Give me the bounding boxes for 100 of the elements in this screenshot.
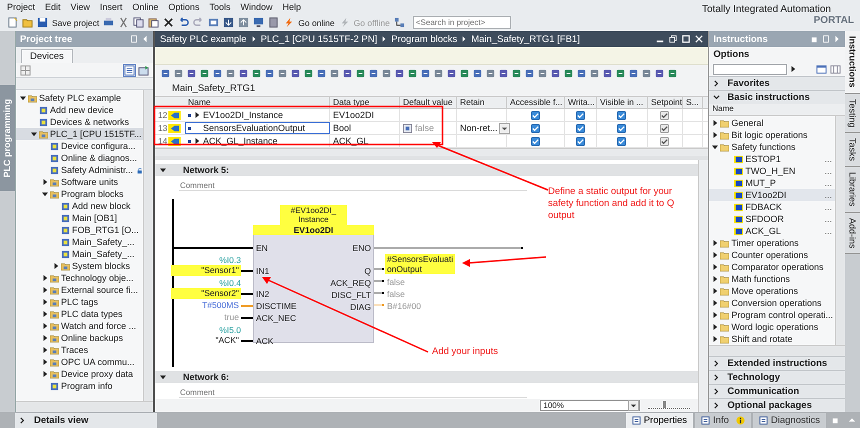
- editor-tool-icon[interactable]: [446, 68, 457, 78]
- column-header[interactable]: Writa...: [564, 97, 597, 108]
- breadcrumb-item[interactable]: Main_Safety_RTG1 [FB1]: [471, 34, 580, 44]
- undo-icon[interactable]: [178, 17, 190, 28]
- section-header[interactable]: Favorites: [709, 76, 846, 90]
- column-header[interactable]: Data type: [330, 97, 400, 108]
- scrollbar[interactable]: [142, 90, 153, 401]
- lightning-icon[interactable]: [283, 17, 294, 28]
- editor-tool-icon[interactable]: [186, 68, 197, 78]
- zoom-dropdown[interactable]: 100%: [540, 400, 640, 410]
- caret-icon[interactable]: [42, 191, 48, 197]
- editor-tool-icon[interactable]: [328, 68, 340, 78]
- section-header[interactable]: Technology: [709, 370, 846, 384]
- caret-icon[interactable]: [20, 95, 26, 101]
- monitor-icon[interactable]: [253, 17, 264, 28]
- operand-label[interactable]: "Sensor2": [170, 288, 241, 299]
- network-header[interactable]: Network 6:: [154, 371, 698, 383]
- editor-tool-icon[interactable]: [602, 68, 613, 78]
- tree-item[interactable]: System blocks: [16, 260, 143, 272]
- caret-icon[interactable]: [712, 324, 718, 330]
- checkbox[interactable]: [617, 124, 626, 132]
- upload-icon[interactable]: [238, 17, 250, 28]
- tree-item[interactable]: OPC UA commu...: [16, 356, 143, 368]
- chevron-icon[interactable]: [713, 80, 720, 87]
- caret-icon[interactable]: [712, 252, 718, 258]
- menu-item[interactable]: Edit: [45, 2, 61, 12]
- caret-icon[interactable]: [42, 371, 48, 377]
- compile-icon[interactable]: [208, 17, 220, 28]
- caret-icon[interactable]: [42, 311, 48, 317]
- instruction-item[interactable]: Bit logic operations: [709, 129, 836, 141]
- table-cell[interactable]: EV1oo2DI_Instance: [184, 109, 330, 121]
- editor-tool-icon[interactable]: [484, 68, 496, 78]
- editor-tool-icon[interactable]: [576, 68, 587, 78]
- menu-item[interactable]: Options: [168, 2, 200, 12]
- caret-icon[interactable]: [712, 120, 718, 126]
- print-icon[interactable]: [103, 17, 114, 28]
- comment-field[interactable]: Comment: [178, 387, 527, 397]
- list-view-icon[interactable]: [124, 64, 135, 76]
- editor-tool-icon[interactable]: [458, 68, 470, 78]
- editor-tool-icon[interactable]: [588, 68, 600, 78]
- details-view-header[interactable]: Details view: [15, 412, 157, 428]
- caret-icon[interactable]: [712, 300, 718, 306]
- chevron-icon[interactable]: [713, 94, 720, 101]
- tree-item[interactable]: Add new block: [16, 200, 143, 212]
- side-tab[interactable]: Tasks: [845, 133, 860, 168]
- caret-icon[interactable]: [712, 276, 718, 282]
- column-header[interactable]: S...: [682, 97, 703, 108]
- device-icon[interactable]: [268, 17, 280, 28]
- caret-icon[interactable]: [194, 112, 200, 118]
- tree-item[interactable]: Software units: [16, 176, 143, 188]
- network-icon[interactable]: [394, 17, 405, 28]
- tree-item[interactable]: Main [OB1]: [16, 212, 143, 224]
- caret-icon[interactable]: [712, 144, 718, 150]
- columns-icon[interactable]: [830, 64, 842, 74]
- section-header[interactable]: Basic instructions: [709, 90, 846, 104]
- tag-icon[interactable]: [402, 124, 412, 132]
- editor-tool-icon[interactable]: [160, 68, 171, 78]
- caret-icon[interactable]: [42, 287, 48, 293]
- operand-label[interactable]: "Sensor1": [170, 265, 241, 276]
- menu-item[interactable]: Window: [240, 2, 272, 12]
- side-tab[interactable]: Instructions: [845, 31, 860, 94]
- tree-item[interactable]: Online & diagnos...: [16, 152, 143, 164]
- editor-tool-icon[interactable]: [290, 68, 301, 78]
- caret-icon[interactable]: [712, 336, 718, 342]
- editor-tool-icon[interactable]: [380, 68, 392, 78]
- download-icon[interactable]: [223, 17, 234, 28]
- caret-icon[interactable]: [160, 374, 166, 380]
- instruction-item[interactable]: MUT_P ...: [709, 177, 836, 189]
- instruction-search-field[interactable]: [713, 64, 788, 74]
- tree-item[interactable]: Devices & networks: [16, 116, 143, 128]
- open-folder-icon[interactable]: [22, 17, 33, 28]
- instruction-item[interactable]: Timer operations: [709, 237, 836, 249]
- editor-tool-icon[interactable]: [354, 68, 366, 78]
- checkbox[interactable]: [617, 110, 626, 120]
- zoom-slider[interactable]: [648, 401, 690, 409]
- editor-tool-icon[interactable]: [562, 68, 574, 78]
- scrollbar[interactable]: [709, 345, 846, 356]
- grid-icon[interactable]: [20, 64, 31, 76]
- editor-tool-icon[interactable]: [654, 68, 665, 78]
- caret-icon[interactable]: [42, 323, 48, 329]
- instruction-item[interactable]: Safety functions: [709, 141, 836, 153]
- tree-item[interactable]: FOB_RTG1 [O...: [16, 224, 143, 236]
- tree-item[interactable]: Traces: [16, 344, 143, 356]
- editor-tool-icon[interactable]: [640, 68, 652, 78]
- save-icon[interactable]: [37, 17, 48, 28]
- instruction-item[interactable]: ESTOP1 ...: [709, 153, 836, 165]
- editor-tool-icon[interactable]: [472, 68, 483, 78]
- editor-tool-icon[interactable]: [368, 68, 379, 78]
- bottom-tab[interactable]: Diagnostics: [752, 412, 826, 428]
- editor-tool-icon[interactable]: [198, 68, 210, 78]
- cut-icon[interactable]: [118, 17, 130, 28]
- checkbox[interactable]: [530, 110, 540, 120]
- column-header[interactable]: Retain: [456, 97, 507, 108]
- editor-tool-icon[interactable]: [628, 68, 639, 78]
- delete-icon[interactable]: [163, 17, 174, 28]
- column-header[interactable]: Visible in ...: [596, 97, 648, 108]
- instruction-item[interactable]: FDBACK ...: [709, 201, 836, 213]
- tree-item[interactable]: PLC_1 [CPU 1515TF...: [16, 128, 143, 140]
- checkbox[interactable]: [617, 136, 626, 146]
- table-icon[interactable]: [138, 64, 149, 76]
